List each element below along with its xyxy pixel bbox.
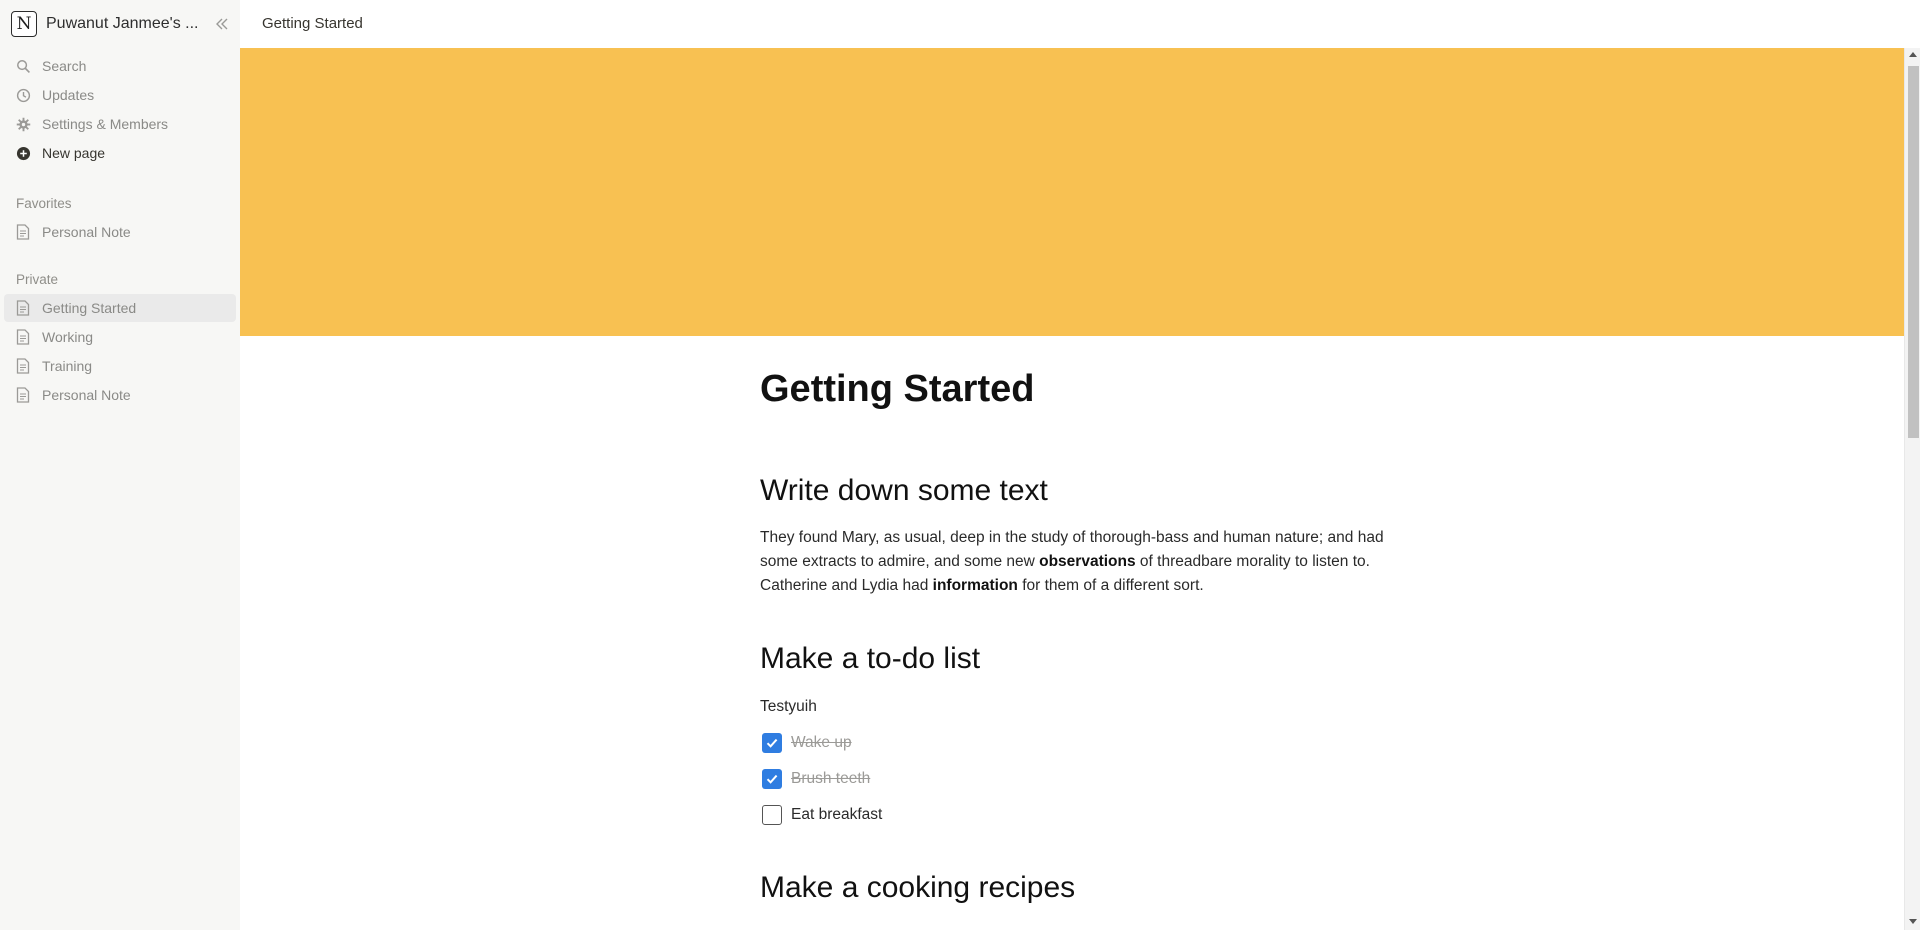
- check-icon: [766, 774, 778, 784]
- collapse-sidebar-icon[interactable]: [211, 13, 233, 35]
- bold-text: observations: [1039, 553, 1136, 570]
- sidebar-item-search[interactable]: Search: [4, 52, 236, 80]
- todo-text[interactable]: Wake up: [791, 734, 852, 752]
- todo-text[interactable]: Eat breakfast: [791, 806, 882, 824]
- text-line[interactable]: Testyuih: [760, 698, 817, 716]
- todo-item: Wake up: [762, 731, 852, 755]
- page-title[interactable]: Getting Started: [760, 368, 1034, 411]
- sidebar-item-label: Personal Note: [42, 224, 131, 240]
- sidebar-item-settings[interactable]: Settings & Members: [4, 110, 236, 138]
- sidebar-item-getting-started[interactable]: Getting Started: [4, 294, 236, 322]
- sidebar-item-label: Training: [42, 358, 93, 374]
- scrollbar-thumb[interactable]: [1908, 66, 1919, 438]
- private-section-label: Private: [16, 272, 59, 287]
- todo-text[interactable]: Brush teeth: [791, 770, 870, 788]
- top-bar: Getting Started: [240, 0, 1920, 48]
- page-icon: [15, 329, 31, 345]
- page-icon: [15, 224, 31, 240]
- plus-circle-icon: [15, 145, 31, 161]
- todo-item: Brush teeth: [762, 767, 870, 791]
- scroll-up-arrow-icon[interactable]: [1909, 52, 1917, 57]
- sidebar-item-label: New page: [42, 145, 106, 161]
- sidebar-item-personal-note[interactable]: Personal Note: [4, 381, 236, 409]
- heading-write-text[interactable]: Write down some text: [760, 474, 1048, 508]
- sidebar-item-label: Getting Started: [42, 300, 137, 316]
- page-cover[interactable]: [240, 48, 1904, 336]
- sidebar-item-favorite-personal-note[interactable]: Personal Note: [4, 218, 236, 246]
- page-icon: [15, 358, 31, 374]
- check-icon: [766, 738, 778, 748]
- breadcrumb[interactable]: Getting Started: [262, 15, 363, 32]
- todo-checkbox[interactable]: [762, 769, 782, 789]
- workspace-logo: N: [11, 11, 37, 37]
- sidebar-item-label: Updates: [42, 87, 95, 103]
- sidebar: N Puwanut Janmee's ... Search Updates Se…: [0, 0, 240, 930]
- sidebar-item-label: Settings & Members: [42, 116, 169, 132]
- sidebar-item-training[interactable]: Training: [4, 352, 236, 380]
- search-icon: [15, 58, 31, 74]
- heading-todo-list[interactable]: Make a to-do list: [760, 642, 980, 676]
- sidebar-item-label: Personal Note: [42, 387, 131, 403]
- gear-icon: [15, 116, 31, 132]
- sidebar-item-label: Working: [42, 329, 94, 345]
- todo-checkbox[interactable]: [762, 805, 782, 825]
- page-icon: [15, 300, 31, 316]
- clock-icon: [15, 87, 31, 103]
- sidebar-item-updates[interactable]: Updates: [4, 81, 236, 109]
- sidebar-item-label: Search: [42, 58, 87, 74]
- sidebar-item-new-page[interactable]: New page: [4, 139, 236, 167]
- workspace-name: Puwanut Janmee's ...: [46, 15, 199, 32]
- heading-cooking-recipes[interactable]: Make a cooking recipes: [760, 871, 1075, 905]
- favorites-section-label: Favorites: [16, 196, 72, 211]
- sidebar-item-working[interactable]: Working: [4, 323, 236, 351]
- paragraph[interactable]: They found Mary, as usual, deep in the s…: [760, 526, 1420, 598]
- scroll-down-arrow-icon[interactable]: [1909, 919, 1917, 924]
- todo-checkbox[interactable]: [762, 733, 782, 753]
- scrollbar[interactable]: [1904, 48, 1920, 930]
- paragraph-text: for them of a different sort.: [1017, 577, 1204, 594]
- page-icon: [15, 387, 31, 403]
- workspace-switcher[interactable]: N Puwanut Janmee's ...: [11, 11, 233, 37]
- bold-text: information: [932, 577, 1018, 594]
- todo-item: Eat breakfast: [762, 803, 882, 827]
